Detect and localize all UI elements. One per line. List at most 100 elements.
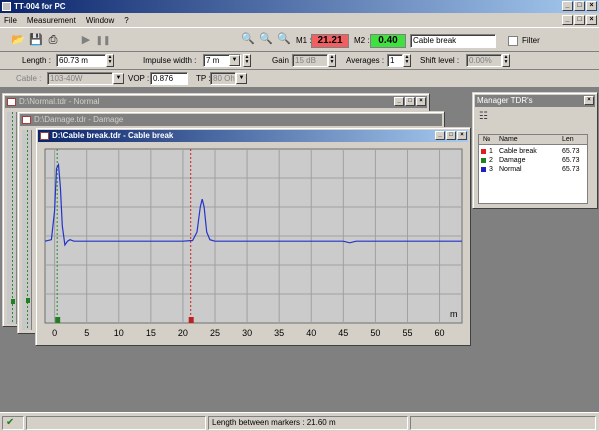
col-no: №	[483, 136, 491, 143]
pause-icon[interactable]: ❚❚	[95, 32, 111, 48]
averages-spinner[interactable]: ▲ ▼	[403, 54, 411, 67]
play-icon[interactable]: ▶	[78, 32, 94, 48]
normal-minimize-button[interactable]: _	[394, 97, 404, 106]
normal-close-button[interactable]: ×	[416, 97, 426, 106]
m1-label: M1 :	[296, 36, 312, 45]
print-icon[interactable]: ⎙	[45, 32, 61, 48]
zoom-out-icon[interactable]: 🔍	[276, 31, 292, 47]
tp-field[interactable]: 80 Ohm	[210, 72, 236, 85]
menu-bar: File Measurement Window ?	[0, 13, 599, 27]
table-row[interactable]: 2 Damage 65.73	[479, 156, 587, 165]
table-row[interactable]: 1 Cable break 65.73	[479, 147, 587, 156]
color-swatch	[481, 149, 486, 154]
cable-dropdown-icon[interactable]: ▼	[113, 73, 124, 84]
color-swatch	[481, 158, 486, 163]
length-spinner[interactable]: ▲ ▼	[106, 54, 114, 67]
settings-icon[interactable]: ☷	[479, 111, 493, 123]
cable-maximize-button[interactable]: □	[446, 131, 456, 140]
cable-field[interactable]: 103-40W	[47, 72, 113, 85]
impulse-dropdown-icon[interactable]: ▼	[229, 55, 240, 66]
app-title-bar: TT-004 for PC _ □ ×	[0, 0, 599, 13]
x-tick-label: 20	[178, 328, 188, 338]
shift-spinner[interactable]: ▲ ▼	[502, 54, 510, 67]
tdr-file-icon	[22, 116, 31, 124]
vop-field[interactable]: 0.876	[150, 72, 188, 85]
table-row[interactable]: 3 Normal 65.73	[479, 165, 587, 174]
maximize-button[interactable]: □	[574, 1, 585, 11]
color-swatch	[481, 167, 486, 172]
mdi-close-button[interactable]: ×	[586, 15, 597, 25]
chart-ticks: 0 5 10 15 20 25 30 35 40 45 50 55 60	[52, 328, 444, 338]
connection-icon: ✔	[6, 417, 15, 428]
gain-spinner[interactable]: ▲ ▼	[328, 54, 336, 67]
normal-marker-handle[interactable]	[11, 299, 15, 304]
shift-field[interactable]: 0.00%	[466, 54, 502, 67]
close-button[interactable]: ×	[586, 1, 597, 11]
averages-field[interactable]: 1	[387, 54, 403, 67]
x-tick-label: 15	[146, 328, 156, 338]
tp-dropdown-icon[interactable]: ▼	[236, 73, 247, 84]
x-tick-label: 10	[114, 328, 124, 338]
filter-label: Filter	[522, 36, 540, 45]
normal-maximize-button[interactable]: □	[405, 97, 415, 106]
tp-label: TP :	[196, 74, 211, 83]
shift-label: Shift level :	[420, 56, 460, 65]
open-folder-icon[interactable]: 📂	[10, 32, 26, 48]
x-tick-label: 25	[210, 328, 220, 338]
col-name: Name	[499, 136, 518, 143]
cable-break-window-title[interactable]: D:\Cable break.tdr - Cable break	[38, 130, 468, 142]
normal-marker-line	[12, 112, 13, 322]
tdr-file-icon	[40, 132, 49, 140]
vop-label: VOP :	[128, 74, 150, 83]
zoom-icon[interactable]: 🔍	[240, 31, 256, 47]
gain-field[interactable]: 15 dB	[292, 54, 328, 67]
cable-label: Cable :	[16, 74, 42, 83]
x-tick-label: 0	[52, 328, 57, 338]
averages-label: Averages :	[346, 56, 385, 65]
manager-title[interactable]: Manager TDR's	[475, 95, 595, 107]
minimize-button[interactable]: _	[562, 1, 573, 11]
damage-marker-handle[interactable]	[26, 298, 30, 303]
impulse-label: Impulse width :	[143, 56, 197, 65]
manager-close-button[interactable]: ×	[584, 96, 594, 105]
x-tick-label: 50	[370, 328, 380, 338]
normal-window-title[interactable]: D:\Normal.tdr - Normal	[5, 96, 427, 108]
m1-value: 21.21	[311, 34, 349, 48]
manager-table: № Name Len 1 Cable break 65.73 2 Damage …	[478, 134, 588, 204]
x-tick-label: 30	[242, 328, 252, 338]
x-tick-label: 45	[338, 328, 348, 338]
menu-measurement[interactable]: Measurement	[27, 16, 76, 25]
save-icon[interactable]: 💾	[28, 32, 44, 48]
tdr-chart[interactable]: 0 5 10 15 20 25 30 35 40 45 50 55 60 m	[39, 145, 469, 341]
cable-minimize-button[interactable]: _	[435, 131, 445, 140]
status-length-between: Length between markers : 21.60 m	[208, 416, 408, 430]
menu-file[interactable]: File	[4, 16, 17, 25]
x-tick-label: 5	[84, 328, 89, 338]
length-field[interactable]: 60.73 m	[56, 54, 106, 67]
status-panel-right	[410, 416, 596, 430]
gain-label: Gain :	[272, 56, 294, 65]
cable-close-button[interactable]: ×	[457, 131, 467, 140]
status-bar: ✔ Length between markers : 21.60 m	[0, 412, 599, 431]
trace-name-field[interactable]: Cable break	[410, 34, 496, 48]
menu-window[interactable]: Window	[86, 16, 114, 25]
col-len: Len	[562, 136, 574, 143]
damage-window-title[interactable]: D:\Damage.tdr - Damage	[20, 114, 442, 126]
x-tick-label: 40	[306, 328, 316, 338]
status-panel-empty	[26, 416, 206, 430]
app-icon	[2, 2, 11, 11]
x-tick-label: 60	[435, 328, 445, 338]
x-tick-label: 35	[274, 328, 284, 338]
length-label: Length :	[22, 56, 51, 65]
menu-help[interactable]: ?	[124, 16, 128, 25]
mdi-restore-button[interactable]: □	[574, 15, 585, 25]
filter-checkbox[interactable]	[508, 36, 518, 46]
app-title: TT-004 for PC	[14, 2, 66, 11]
impulse-spinner[interactable]: ▲ ▼	[243, 54, 251, 67]
mdi-minimize-button[interactable]: _	[562, 15, 573, 25]
zoom-in-icon[interactable]: 🔍	[258, 31, 274, 47]
x-axis-unit: m	[450, 309, 458, 319]
marker-m1-handle	[188, 317, 194, 323]
status-icon-panel: ✔	[2, 416, 24, 430]
tdr-file-icon	[7, 98, 16, 106]
